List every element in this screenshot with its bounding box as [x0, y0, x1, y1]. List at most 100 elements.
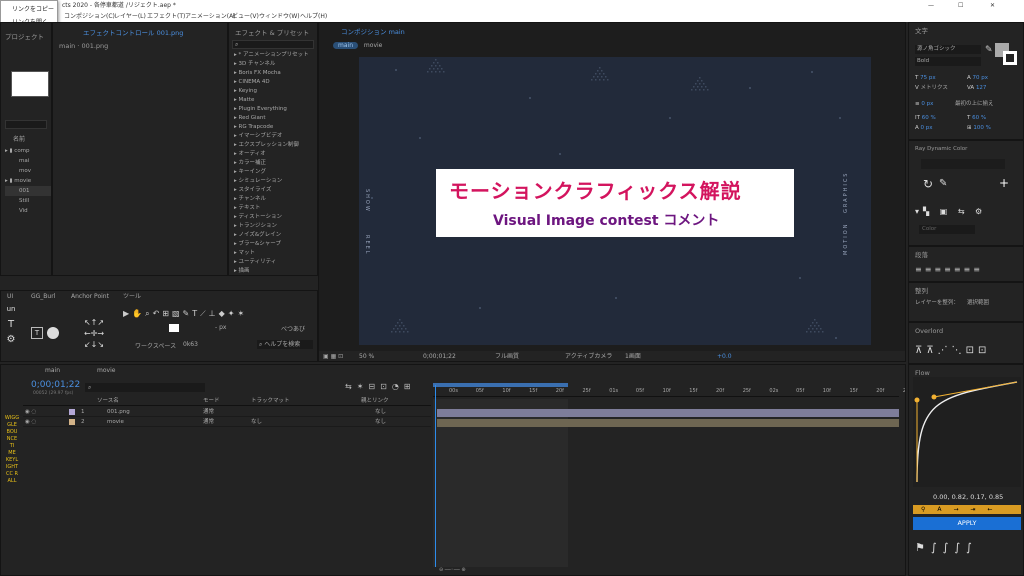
color-swatch[interactable]: [169, 324, 179, 332]
work-area-bar[interactable]: [433, 383, 568, 387]
effect-category[interactable]: ▸ Red Giant: [234, 114, 317, 123]
scale-row[interactable]: IT 60 % T 60 %: [915, 113, 1023, 123]
menu-help[interactable]: ヘルプ(H): [300, 11, 327, 22]
effects-search-input[interactable]: ⌕: [232, 40, 314, 49]
script-label[interactable]: ME: [4, 450, 20, 457]
script-label[interactable]: GLE: [4, 422, 20, 429]
apply-button[interactable]: APPLY: [913, 517, 1021, 530]
font-size-row[interactable]: T 75 px A 70 px: [915, 73, 1023, 83]
menu-view[interactable]: ビュー(V): [232, 11, 259, 22]
eyedropper-icon[interactable]: ✎: [985, 45, 993, 55]
breadcrumb-main[interactable]: main: [333, 42, 358, 49]
effect-category[interactable]: ▸ キーイング: [234, 168, 317, 177]
effect-category[interactable]: ▸ ユーティリティ: [234, 258, 317, 267]
effect-category[interactable]: ▸ イマーシブビデオ: [234, 132, 317, 141]
overlord-tab[interactable]: Overlord: [909, 325, 1023, 338]
effect-category[interactable]: ▸ Matte: [234, 96, 317, 105]
ray-swatch-area[interactable]: [921, 159, 1005, 169]
anchor-point-grid[interactable]: ↖↑↗ ←✛→ ↙↓↘: [77, 317, 111, 351]
minimize-button[interactable]: —: [928, 0, 934, 11]
effect-category[interactable]: ▸ シミュレーション: [234, 177, 317, 186]
col-mode[interactable]: モード: [203, 397, 220, 406]
effects-tab[interactable]: エフェクト & プリセット: [229, 27, 317, 40]
un-icon[interactable]: un: [0, 302, 22, 317]
timeline-switches[interactable]: ⇆✶⊟⊡◔⊞: [345, 382, 416, 391]
effect-category[interactable]: ▸ チャンネル: [234, 195, 317, 204]
effect-category[interactable]: ▸ スタイライズ: [234, 186, 317, 195]
project-item-mai[interactable]: mai: [5, 156, 51, 166]
layer-bar-001[interactable]: [437, 409, 899, 417]
effect-category[interactable]: ▸ 描画: [234, 267, 317, 275]
resolution-select[interactable]: フル画質: [495, 351, 519, 361]
copy-link-item[interactable]: リンクをコピー: [1, 1, 57, 13]
menu-window[interactable]: ウィンドウ(W): [259, 11, 300, 22]
text-tool-icon[interactable]: T: [31, 327, 43, 339]
script-label[interactable]: ALL: [4, 478, 20, 485]
layer-color[interactable]: [69, 409, 75, 415]
timeline-timecode[interactable]: 0;00;01;22: [31, 380, 80, 390]
maximize-button[interactable]: ☐: [958, 0, 963, 11]
playhead[interactable]: [435, 385, 436, 567]
stroke-color-swatch[interactable]: [1003, 51, 1017, 65]
effect-category[interactable]: ▸ RG Trapcode: [234, 123, 317, 132]
flow-presets[interactable]: ⚑∫∫∫∫: [915, 541, 978, 554]
project-tab[interactable]: プロジェクト: [1, 31, 51, 44]
baseline-row[interactable]: A 0 px ⊞ 100 %: [915, 123, 1023, 133]
exposure-value[interactable]: +0.0: [717, 351, 732, 361]
tab-gg-burl[interactable]: GG_Burl: [31, 291, 55, 303]
help-search-input[interactable]: ⌕ ヘルプを検索: [257, 340, 313, 349]
circle-tool-icon[interactable]: [47, 327, 59, 339]
tab-anchor-point[interactable]: Anchor Point: [71, 291, 109, 303]
project-search-input[interactable]: [5, 120, 47, 129]
workspace-select[interactable]: 0k63: [183, 341, 198, 348]
timeline-zoom-slider[interactable]: ⊖ ──◦── ⊕: [439, 567, 499, 573]
timeline-layer-row[interactable]: ◉ ◌ 2 movie 通常 なし なし: [23, 417, 431, 427]
timeline-tab-movie[interactable]: movie: [97, 365, 115, 376]
project-item-001[interactable]: 001: [5, 186, 51, 196]
script-label[interactable]: BOU: [4, 429, 20, 436]
kerning-row[interactable]: V メトリクス VA 127: [915, 83, 1023, 93]
effect-category[interactable]: ▸ マット: [234, 249, 317, 258]
effect-category[interactable]: ▸ CINEMA 4D: [234, 78, 317, 87]
project-item-comp[interactable]: ▸ ▮ comp: [5, 146, 51, 156]
auto-open-checkbox[interactable]: べつあび: [281, 324, 305, 333]
ray-color-tab[interactable]: Ray Dynamic Color: [909, 143, 1023, 156]
zoom-select[interactable]: 50 %: [359, 351, 374, 361]
project-item-movie[interactable]: ▸ ▮ movie: [5, 176, 51, 186]
views-select[interactable]: 1画面: [625, 351, 641, 361]
breadcrumb-movie[interactable]: movie: [360, 42, 382, 49]
effect-category[interactable]: ▸ トランジション: [234, 222, 317, 231]
project-item-vid[interactable]: Vid: [5, 206, 51, 216]
col-parent[interactable]: 親とリンク: [361, 397, 389, 406]
column-name[interactable]: 名前: [13, 134, 25, 143]
paragraph-tab[interactable]: 段落: [909, 249, 1023, 262]
menu-animation[interactable]: アニメーション(A): [185, 11, 236, 22]
align-to-select[interactable]: 選択範囲: [967, 298, 989, 306]
effect-category[interactable]: ▸ テキスト: [234, 204, 317, 213]
col-trkmat[interactable]: トラックマット: [251, 397, 290, 406]
camera-select[interactable]: アクティブカメラ: [565, 351, 612, 361]
effect-category[interactable]: ▸ Keying: [234, 87, 317, 96]
close-button[interactable]: ✕: [990, 0, 995, 11]
menu-layer[interactable]: レイヤー(L): [114, 11, 146, 22]
align-tab[interactable]: 整列: [909, 285, 1023, 298]
menu-effect[interactable]: エフェクト(T): [147, 11, 185, 22]
ray-tools[interactable]: ▾▚ ▣ ⇆ ⚙: [915, 207, 986, 216]
timeline-tab-main[interactable]: main: [45, 365, 60, 376]
effect-category[interactable]: ▸ * アニメーションプリセット: [234, 51, 317, 60]
overlord-buttons[interactable]: ⊼⊼⋰⋱⊡⊡: [915, 345, 990, 356]
layer-bar-movie[interactable]: [437, 419, 899, 427]
effect-category[interactable]: ▸ ブラー&シャープ: [234, 240, 317, 249]
time-ruler[interactable]: 00s 05f 10f 15f 20f 25f 01s 05f 10f 15f 20f 25f 02s 0…: [433, 383, 905, 397]
layer-color[interactable]: [69, 419, 75, 425]
effect-category[interactable]: ▸ カラー補正: [234, 159, 317, 168]
script-label[interactable]: WIGG: [4, 415, 20, 422]
effect-category[interactable]: ▸ エクスプレッション制御: [234, 141, 317, 150]
project-item-still[interactable]: Still: [5, 196, 51, 206]
script-label[interactable]: IGHT: [4, 464, 20, 471]
effect-category[interactable]: ▸ Plugin Everything: [234, 105, 317, 114]
effect-controls-tab[interactable]: エフェクトコントロール 001.png: [53, 27, 227, 40]
settings-icon[interactable]: ⚙: [0, 332, 22, 347]
toolbar-icons[interactable]: ▶✋⌕↶⊞▧✎T⟋⊥◆✦✶: [123, 309, 247, 319]
viewer-timecode[interactable]: 0;00;01;22: [423, 351, 456, 361]
